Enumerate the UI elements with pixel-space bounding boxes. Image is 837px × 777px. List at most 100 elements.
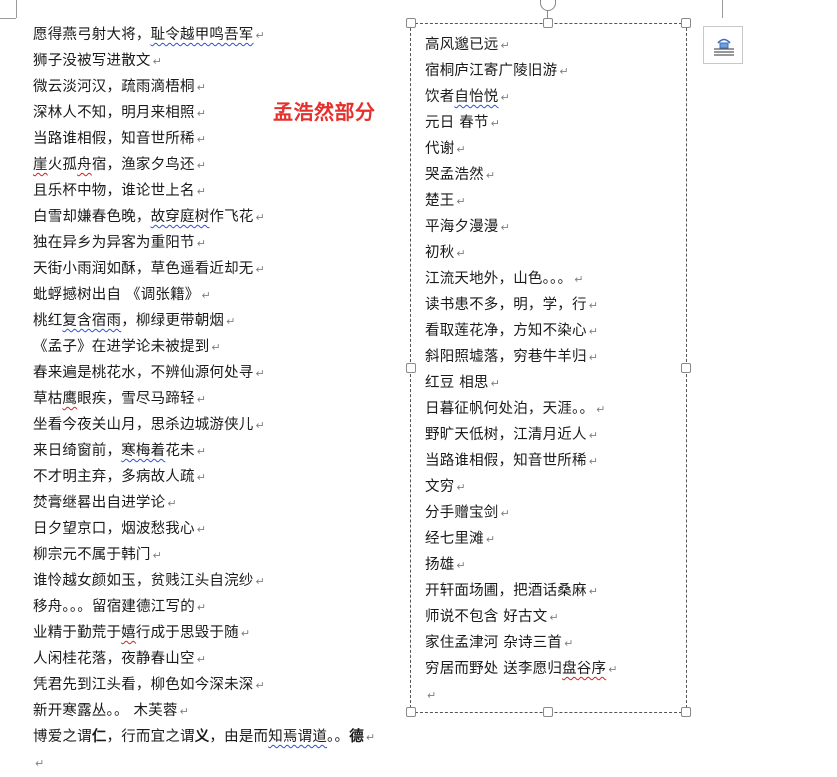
box-line[interactable]: 当路谁相假，知音世所稀 ↵ [425,448,685,474]
box-line[interactable]: 平海夕漫漫 ↵ [425,214,685,240]
box-line[interactable]: 师说不包含 好古文 ↵ [425,604,685,630]
body-line[interactable]: 桃红复含宿雨，柳绿更带朝烟 ↵ [33,308,413,334]
paragraph-mark: ↵ [211,341,221,354]
box-line[interactable]: 读书患不多，明，学，行 ↵ [425,292,685,318]
box-text: 哭孟浩然 [425,167,484,183]
resize-handle-bottom-right[interactable] [681,707,691,717]
body-line[interactable]: 当路谁相假，知音世所稀 ↵ [33,126,413,152]
box-line[interactable]: 元日 春节 ↵ [425,110,685,136]
box-text: 代谢 [425,141,455,157]
box-text: 野旷天低树，江清月近人 [425,427,587,443]
box-line[interactable]: 开轩面场圃，把酒话桑麻 ↵ [425,578,685,604]
body-line[interactable]: 草枯鹰眼疾，雪尽马蹄轻 ↵ [33,386,413,412]
paragraph-mark: ↵ [255,29,265,42]
box-line[interactable]: ↵ [425,682,685,708]
body-line[interactable]: 日夕望京口，烟波愁我心 ↵ [33,516,413,542]
body-text: 。。 [327,729,350,745]
layout-options-button[interactable] [703,26,743,64]
box-line[interactable]: 斜阳照墟落，穷巷牛羊归 ↵ [425,344,685,370]
crop-mark-top-right-vertical [722,0,723,18]
box-line[interactable]: 饮者自怡悦 ↵ [425,84,685,110]
body-text: 行成于思毁于随 [135,625,239,641]
body-line[interactable]: 且乐杯中物，谁论世上名 ↵ [33,178,413,204]
body-line[interactable]: 愿得燕弓射大将，耻令越甲鸣吾军 ↵ [33,22,413,48]
box-line[interactable]: 经七里滩 ↵ [425,526,685,552]
paragraph-mark: ↵ [500,39,510,52]
box-text: 楚王 [425,193,455,209]
body-text: 博爱之谓 [33,729,92,745]
box-line[interactable]: 家住孟津河 杂诗三首 ↵ [425,630,685,656]
box-text: 读书患不多，明，学，行 [425,297,587,313]
body-line[interactable]: 博爱之谓仁，行而宜之谓义，由是而知焉谓道。。德 ↵ [33,724,413,750]
box-line[interactable]: 穷居而野处 送李愿归盘谷序 ↵ [425,656,685,682]
rotation-handle[interactable] [540,0,556,11]
body-text: 日夕望京口，烟波愁我心 [33,521,195,537]
body-line[interactable]: 天街小雨润如酥，草色遥看近却无 ↵ [33,256,413,282]
resize-handle-bottom-left[interactable] [406,707,416,717]
paragraph-mark: ↵ [588,585,599,598]
body-text: 德 [349,729,364,745]
body-text: 蚍蜉撼树出自 《调张籍》 [33,287,200,303]
box-line[interactable]: 哭孟浩然 ↵ [425,162,685,188]
paragraph-mark: ↵ [596,403,606,416]
body-text[interactable]: 愿得燕弓射大将，耻令越甲鸣吾军 ↵ 狮子没被写进散文 ↵ 微云淡河汉，疏雨滴梧桐 ↵ 深林人… [33,22,413,776]
box-line[interactable]: 代谢 ↵ [425,136,685,162]
box-line[interactable]: 野旷天低树，江清月近人 ↵ [425,422,685,448]
body-line[interactable]: 崖火孤舟宿，渔家夕鸟还 ↵ [33,152,413,178]
body-line[interactable]: 凭君先到江头看，柳色如今深未深 ↵ [33,672,413,698]
resize-handle-middle-right[interactable] [681,363,691,373]
body-line[interactable]: 独在异乡为异客为重阳节 ↵ [33,230,413,256]
body-line[interactable]: ↵ [33,750,413,776]
paragraph-mark: ↵ [35,757,45,770]
paragraph-mark: ↵ [152,55,163,68]
box-line[interactable]: 江流天地外，山色。。。 ↵ [425,266,685,292]
resize-handle-top-left[interactable] [406,18,416,28]
paragraph-mark: ↵ [500,91,510,104]
body-line[interactable]: 狮子没被写进散文 ↵ [33,48,413,74]
body-line[interactable]: 谁怜越女颜如玉，贫贱江头自浣纱 ↵ [33,568,413,594]
box-line[interactable]: 初秋 ↵ [425,240,685,266]
box-line[interactable]: 楚王 ↵ [425,188,685,214]
box-line[interactable]: 看取莲花净，方知不染心 ↵ [425,318,685,344]
body-text: 义 [194,729,210,745]
body-line[interactable]: 业精于勤荒于嬉行成于思毁于随 ↵ [33,620,413,646]
box-line[interactable]: 文穷 ↵ [425,474,685,500]
body-line[interactable]: 白雪却嫌春色晚，故穿庭树作飞花 ↵ [33,204,413,230]
resize-handle-top-right[interactable] [681,18,691,28]
box-text: 初秋 [425,245,455,261]
paragraph-mark: ↵ [196,445,207,458]
body-line[interactable]: 《孟子》在进学论未被提到 ↵ [33,334,413,360]
body-text: 不才明主弃，多病故人疏 [33,469,195,485]
body-text: ，由是而 [209,729,269,745]
paragraph-mark: ↵ [255,263,265,276]
resize-handle-bottom-center[interactable] [543,707,553,717]
body-line[interactable]: 不才明主弃，多病故人疏 ↵ [33,464,413,490]
paragraph-mark: ↵ [588,325,599,338]
body-line[interactable]: 新开寒露丛。。 木芙蓉 ↵ [33,698,413,724]
body-line[interactable]: 焚膏继晷出自进学论 ↵ [33,490,413,516]
box-line[interactable]: 日暮征帆何处泊，天涯。。 ↵ [425,396,685,422]
resize-handle-middle-left[interactable] [406,363,416,373]
body-line[interactable]: 来日绮窗前，寒梅着花未 ↵ [33,438,413,464]
paragraph-mark: ↵ [490,377,501,390]
body-line[interactable]: 人闲桂花落，夜静春山空 ↵ [33,646,413,672]
box-line[interactable]: 分手赠宝剑 ↵ [425,500,685,526]
paragraph-mark: ↵ [255,367,265,380]
box-line[interactable]: 红豆 相思 ↵ [425,370,685,396]
paragraph-mark: ↵ [456,143,466,156]
box-text: 日暮征帆何处泊，天涯。。 [425,401,595,417]
body-line[interactable]: 春来遍是桃花水，不辨仙源何处寻 ↵ [33,360,413,386]
box-text: 江流天地外，山色。。。 [425,271,573,287]
annotation-label: 孟浩然部分 [273,100,376,124]
body-line[interactable]: 柳宗元不属于韩门 ↵ [33,542,413,568]
box-line[interactable]: 宿桐庐江寄广陵旧游 ↵ [425,58,685,84]
paragraph-mark: ↵ [196,107,207,120]
text-box[interactable]: 高风邈已远 ↵ 宿桐庐江寄广陵旧游 ↵ 饮者自怡悦 ↵ 元日 春节 ↵ 代谢 ↵ 哭孟浩然 ↵ 楚王 ↵ 平… [410,23,687,713]
text-box-content[interactable]: 高风邈已远 ↵ 宿桐庐江寄广陵旧游 ↵ 饮者自怡悦 ↵ 元日 春节 ↵ 代谢 ↵ 哭孟浩然 ↵ 楚王 ↵ 平… [425,32,685,708]
resize-handle-top-center[interactable] [543,18,553,28]
body-line[interactable]: 移舟。。。留宿建德江写的 ↵ [33,594,413,620]
box-line[interactable]: 扬雄 ↵ [425,552,685,578]
body-line[interactable]: 蚍蜉撼树出自 《调张籍》 ↵ [33,282,413,308]
body-line[interactable]: 坐看今夜关山月，思杀边城游侠儿 ↵ [33,412,413,438]
box-line[interactable]: 高风邈已远 ↵ [425,32,685,58]
